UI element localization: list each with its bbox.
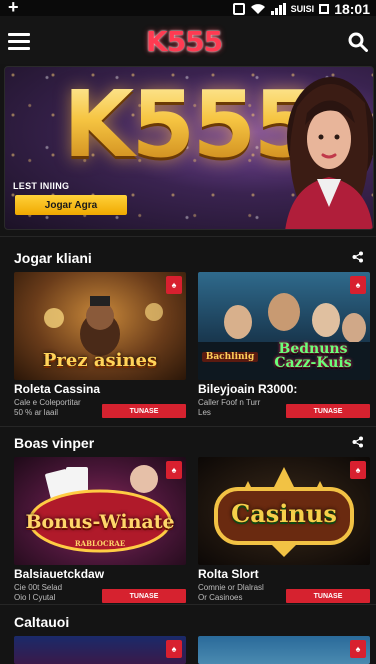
game-meta-line: Or Casinoes [198, 593, 243, 602]
game-meta: Cie 00t Selad Oio l Cyutal [14, 583, 102, 603]
menu-icon[interactable] [8, 33, 30, 50]
favorite-icon[interactable]: ♠ [350, 461, 366, 479]
game-thumbnail[interactable]: ♠ [14, 636, 186, 664]
notification-icon [232, 3, 245, 15]
status-icons: SUISI 18:01 [232, 1, 370, 17]
hero-model-image [285, 77, 373, 229]
divider [0, 236, 376, 237]
game-thumbnail[interactable]: Casinus ♠ [198, 457, 370, 565]
carrier-label: SUISI [290, 4, 315, 14]
clock: 18:01 [334, 1, 370, 17]
favorite-icon[interactable]: ♠ [166, 640, 182, 658]
game-title: Rolta Slort [198, 567, 259, 581]
divider [0, 426, 376, 427]
signal-icon [270, 3, 286, 15]
wifi-icon [250, 4, 265, 14]
game-meta: Comnie or Dlalrasl Or Casinoes [198, 583, 286, 603]
thumbnail-title: Prez asines [42, 350, 158, 371]
status-bar: + SUISI 18:01 [0, 0, 376, 17]
share-icon[interactable] [352, 251, 364, 263]
favorite-icon[interactable]: ♠ [350, 276, 366, 294]
hero-banner[interactable]: K555 LEST INIING Jogar Agra [4, 66, 374, 230]
hero-subtitle: LEST INIING [13, 181, 70, 191]
game-meta-line: Comnie or Dlalrasl [198, 583, 264, 592]
game-thumbnail[interactable]: ♠ [198, 636, 370, 664]
game-meta-line: Cale e Coleportitar [14, 398, 81, 407]
search-icon[interactable] [348, 32, 368, 52]
thumbnail-subtitle: Bachlinig [202, 352, 258, 362]
share-icon[interactable] [352, 436, 364, 448]
game-title: Balsiauetckdaw [14, 567, 105, 581]
screen-icon [319, 4, 330, 14]
play-button[interactable]: TUNASE [102, 589, 186, 603]
divider [0, 604, 376, 605]
game-meta-line: 50 % ar laail [14, 408, 59, 417]
section-header-3: Caltauoi [14, 612, 364, 632]
favorite-icon[interactable]: ♠ [166, 276, 182, 294]
favorite-icon[interactable]: ♠ [166, 461, 182, 479]
game-meta-line: Caller Foof n Turr [198, 398, 261, 407]
game-meta: Caller Foof n Turr Les [198, 398, 286, 418]
section-header-2: Boas vinper [14, 433, 364, 453]
favorite-icon[interactable]: ♠ [350, 640, 366, 658]
section-title: Caltauoi [14, 614, 70, 630]
game-meta-line: Oio l Cyutal [14, 593, 56, 602]
game-meta-line: Cie 00t Selad [14, 583, 63, 592]
game-thumbnail[interactable]: Prez asines ♠ [14, 272, 186, 380]
thumbnail-title: Bednuns Cazz-Kuis [274, 341, 352, 371]
app-bar: K555 [0, 16, 376, 64]
section-title: Boas vinper [14, 435, 95, 451]
game-title: Roleta Cassina [14, 382, 101, 396]
game-title: Bileyjoain R3000: [198, 382, 298, 396]
game-thumbnail[interactable]: Bonus-Winate RABLOCRAE ♠ [14, 457, 186, 565]
section-header-1: Jogar kliani [14, 248, 364, 268]
thumbnail-title: Bonus-Winate [25, 511, 175, 533]
section-title: Jogar kliani [14, 250, 92, 266]
play-button[interactable]: TUNASE [286, 589, 370, 603]
app-logo[interactable]: K555 [146, 25, 223, 58]
game-thumbnail[interactable]: Bednuns Cazz-Kuis Bachlinig ♠ [198, 272, 370, 380]
game-meta-line: Les [198, 408, 211, 417]
play-button[interactable]: TUNASE [102, 404, 186, 418]
thumbnail-subtitle: RABLOCRAE [74, 539, 126, 548]
play-button[interactable]: TUNASE [286, 404, 370, 418]
game-meta: Cale e Coleportitar 50 % ar laail [14, 398, 102, 418]
thumbnail-title: Casinus [231, 499, 337, 528]
play-now-button[interactable]: Jogar Agra [15, 195, 127, 215]
